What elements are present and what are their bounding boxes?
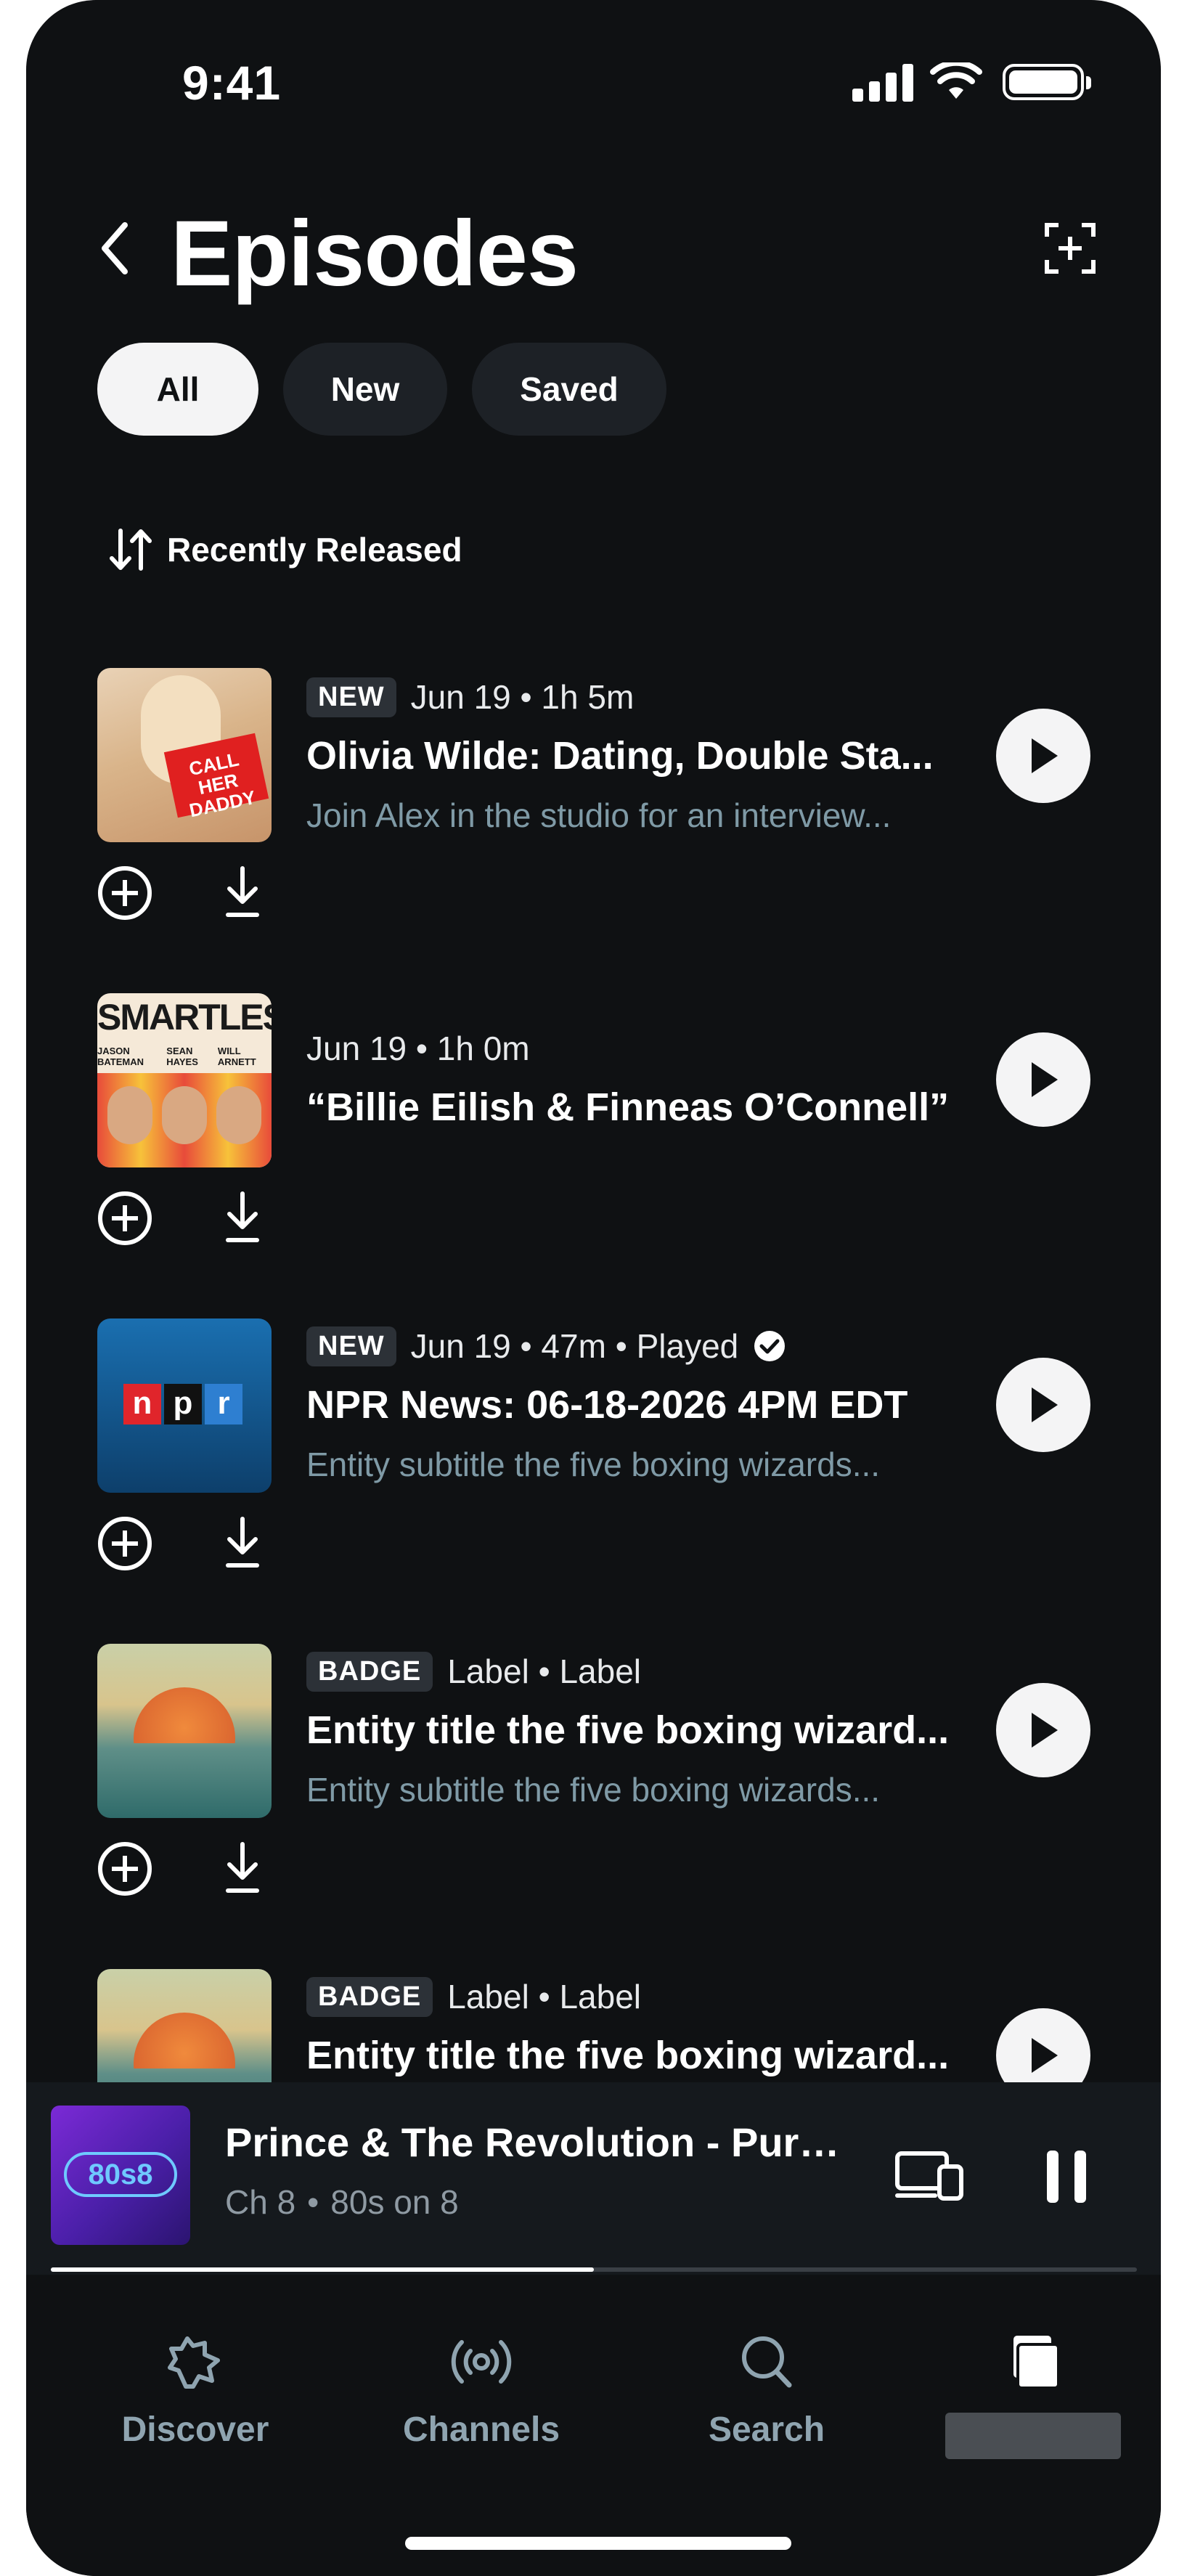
tab-bar: Discover Channels Search <box>26 2275 1161 2576</box>
tab-discover[interactable]: Discover <box>86 2333 304 2450</box>
tab-library[interactable] <box>924 2333 1142 2410</box>
episode-list: CALL HER DADDY NEW Jun 19 • 1h 5m Olivia… <box>26 0 1161 2082</box>
play-icon <box>1032 2038 1058 2073</box>
now-playing-station: 80s on 8 <box>330 2183 459 2221</box>
artwork-name: WILL ARNETT <box>217 1046 256 1067</box>
play-icon <box>1032 1387 1058 1422</box>
play-button[interactable] <box>996 709 1090 803</box>
add-to-library-icon[interactable] <box>97 1841 152 1896</box>
tab-channels[interactable]: Channels <box>372 2333 590 2450</box>
play-button[interactable] <box>996 1032 1090 1127</box>
tab-label: Search <box>708 2410 825 2449</box>
playback-progress[interactable] <box>51 2267 1137 2272</box>
artwork-name: JASON BATEMAN <box>97 1046 144 1067</box>
episode-meta: Label • Label <box>447 1652 642 1690</box>
play-icon <box>1032 1713 1058 1748</box>
download-icon[interactable] <box>224 1516 261 1571</box>
episode-title[interactable]: “Billie Eilish & Finneas O’Connell” <box>306 1085 982 1130</box>
episode-meta: Label • Label <box>447 1978 642 2015</box>
artwork-text: SMARTLESS <box>97 997 272 1038</box>
artwork-text: n <box>123 1384 161 1424</box>
download-icon[interactable] <box>224 1191 261 1246</box>
episode-title[interactable]: NPR News: 06-18-2026 4PM EDT <box>306 1382 982 1427</box>
now-playing-title: Prince & The Revolution - Purp... <box>225 2119 849 2165</box>
episode-artwork[interactable]: SMARTLESS JASON BATEMAN SEAN HAYES WILL … <box>97 993 272 1167</box>
now-playing-bar[interactable]: 80s8 Prince & The Revolution - Purp... C… <box>26 2082 1161 2275</box>
episode-artwork[interactable] <box>97 1644 272 1818</box>
episode-title[interactable]: Entity title the five boxing wizard... <box>306 2033 982 2078</box>
badge: BADGE <box>306 1976 433 2017</box>
episode-artwork[interactable]: n p r <box>97 1318 272 1493</box>
episode-subtitle: Entity subtitle the five boxing wizards.… <box>306 1771 881 1809</box>
add-to-library-icon[interactable] <box>97 1191 152 1246</box>
app-screen: 9:41 Episodes All New Saved Recently Rel… <box>26 0 1161 2576</box>
artwork-text: 80s8 <box>64 2152 177 2197</box>
home-indicator <box>405 2537 791 2550</box>
play-icon <box>1032 738 1058 773</box>
artwork-name: SEAN HAYES <box>166 1046 198 1067</box>
pause-icon[interactable] <box>1043 2148 1090 2206</box>
episode-meta: Jun 19 • 1h 5m <box>410 678 635 716</box>
played-check-icon <box>754 1331 786 1361</box>
episode-meta: Jun 19 • 47m • Played <box>410 1327 739 1365</box>
artwork-text: p <box>164 1384 202 1424</box>
now-playing-channel: Ch 8 <box>225 2183 296 2221</box>
tab-label: Discover <box>121 2410 269 2449</box>
download-icon[interactable] <box>224 865 261 921</box>
episode-subtitle: Entity subtitle the five boxing wizards.… <box>306 1446 881 1483</box>
now-playing-artwork: 80s8 <box>51 2106 190 2245</box>
episode-artwork[interactable] <box>97 1969 272 2082</box>
search-icon <box>742 2336 792 2388</box>
episode-title[interactable]: Entity title the five boxing wizard... <box>306 1708 982 1753</box>
episode-title[interactable]: Olivia Wilde: Dating, Double Sta... <box>306 733 982 778</box>
play-icon <box>1032 1062 1058 1097</box>
library-icon <box>1013 2336 1060 2389</box>
play-button[interactable] <box>996 1683 1090 1777</box>
artwork-text: r <box>205 1384 242 1424</box>
now-playing-subtitle: Ch 8 • 80s on 8 <box>225 2183 459 2221</box>
add-to-library-icon[interactable] <box>97 1516 152 1571</box>
play-button[interactable] <box>996 2008 1090 2082</box>
new-badge: NEW <box>306 677 396 717</box>
tab-label: Channels <box>402 2410 560 2449</box>
download-icon[interactable] <box>224 1841 261 1896</box>
connect-device-icon[interactable] <box>894 2149 964 2201</box>
tab-label-redacted <box>945 2413 1121 2459</box>
play-button[interactable] <box>996 1358 1090 1452</box>
episode-meta: Jun 19 • 1h 0m <box>306 1030 530 1067</box>
tab-search[interactable]: Search <box>658 2333 876 2450</box>
discover-icon <box>168 2336 220 2389</box>
add-to-library-icon[interactable] <box>97 865 152 921</box>
badge: BADGE <box>306 1651 433 1692</box>
episode-artwork[interactable]: CALL HER DADDY <box>97 668 272 842</box>
channels-icon <box>451 2340 512 2384</box>
new-badge: NEW <box>306 1326 396 1366</box>
episode-subtitle: Join Alex in the studio for an interview… <box>306 796 892 834</box>
